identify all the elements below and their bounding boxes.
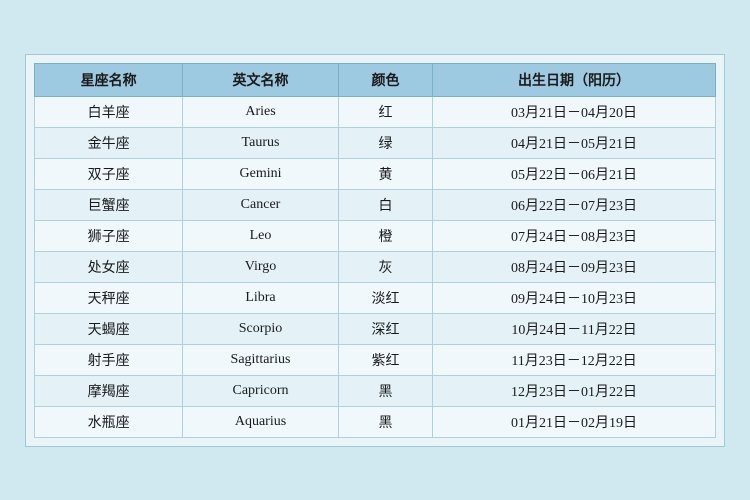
cell-chinese: 摩羯座 (35, 375, 183, 406)
cell-chinese: 天蝎座 (35, 313, 183, 344)
cell-dates: 12月23日－01月22日 (433, 375, 716, 406)
table-row: 巨蟹座Cancer白06月22日－07月23日 (35, 189, 716, 220)
table-row: 双子座Gemini黄05月22日－06月21日 (35, 158, 716, 189)
table-row: 白羊座Aries红03月21日－04月20日 (35, 96, 716, 127)
col-header-color: 颜色 (338, 63, 432, 96)
cell-chinese: 巨蟹座 (35, 189, 183, 220)
table-row: 摩羯座Capricorn黑12月23日－01月22日 (35, 375, 716, 406)
table-row: 天蝎座Scorpio深红10月24日－11月22日 (35, 313, 716, 344)
col-header-chinese: 星座名称 (35, 63, 183, 96)
cell-dates: 07月24日－08月23日 (433, 220, 716, 251)
cell-english: Sagittarius (183, 344, 339, 375)
col-header-english: 英文名称 (183, 63, 339, 96)
cell-english: Leo (183, 220, 339, 251)
table-header-row: 星座名称 英文名称 颜色 出生日期（阳历） (35, 63, 716, 96)
cell-color: 深红 (338, 313, 432, 344)
cell-dates: 11月23日－12月22日 (433, 344, 716, 375)
cell-color: 白 (338, 189, 432, 220)
table-row: 水瓶座Aquarius黑01月21日－02月19日 (35, 406, 716, 437)
cell-dates: 05月22日－06月21日 (433, 158, 716, 189)
cell-dates: 03月21日－04月20日 (433, 96, 716, 127)
table-row: 狮子座Leo橙07月24日－08月23日 (35, 220, 716, 251)
cell-color: 淡红 (338, 282, 432, 313)
cell-color: 绿 (338, 127, 432, 158)
cell-english: Aquarius (183, 406, 339, 437)
table-row: 金牛座Taurus绿04月21日－05月21日 (35, 127, 716, 158)
table-body: 白羊座Aries红03月21日－04月20日金牛座Taurus绿04月21日－0… (35, 96, 716, 437)
zodiac-table: 星座名称 英文名称 颜色 出生日期（阳历） 白羊座Aries红03月21日－04… (34, 63, 716, 438)
cell-english: Scorpio (183, 313, 339, 344)
cell-color: 红 (338, 96, 432, 127)
col-header-dates: 出生日期（阳历） (433, 63, 716, 96)
cell-dates: 01月21日－02月19日 (433, 406, 716, 437)
cell-chinese: 狮子座 (35, 220, 183, 251)
cell-color: 紫红 (338, 344, 432, 375)
cell-dates: 09月24日－10月23日 (433, 282, 716, 313)
cell-dates: 10月24日－11月22日 (433, 313, 716, 344)
cell-chinese: 天秤座 (35, 282, 183, 313)
cell-english: Cancer (183, 189, 339, 220)
cell-chinese: 水瓶座 (35, 406, 183, 437)
cell-color: 黑 (338, 406, 432, 437)
cell-english: Taurus (183, 127, 339, 158)
cell-english: Capricorn (183, 375, 339, 406)
cell-color: 橙 (338, 220, 432, 251)
cell-english: Gemini (183, 158, 339, 189)
cell-chinese: 金牛座 (35, 127, 183, 158)
cell-color: 黑 (338, 375, 432, 406)
table-row: 处女座Virgo灰08月24日－09月23日 (35, 251, 716, 282)
cell-color: 黄 (338, 158, 432, 189)
cell-english: Aries (183, 96, 339, 127)
table-row: 天秤座Libra淡红09月24日－10月23日 (35, 282, 716, 313)
cell-chinese: 处女座 (35, 251, 183, 282)
cell-chinese: 白羊座 (35, 96, 183, 127)
cell-chinese: 射手座 (35, 344, 183, 375)
cell-dates: 08月24日－09月23日 (433, 251, 716, 282)
cell-dates: 06月22日－07月23日 (433, 189, 716, 220)
cell-english: Libra (183, 282, 339, 313)
cell-chinese: 双子座 (35, 158, 183, 189)
table-row: 射手座Sagittarius紫红11月23日－12月22日 (35, 344, 716, 375)
zodiac-table-container: 星座名称 英文名称 颜色 出生日期（阳历） 白羊座Aries红03月21日－04… (25, 54, 725, 447)
cell-english: Virgo (183, 251, 339, 282)
cell-dates: 04月21日－05月21日 (433, 127, 716, 158)
cell-color: 灰 (338, 251, 432, 282)
